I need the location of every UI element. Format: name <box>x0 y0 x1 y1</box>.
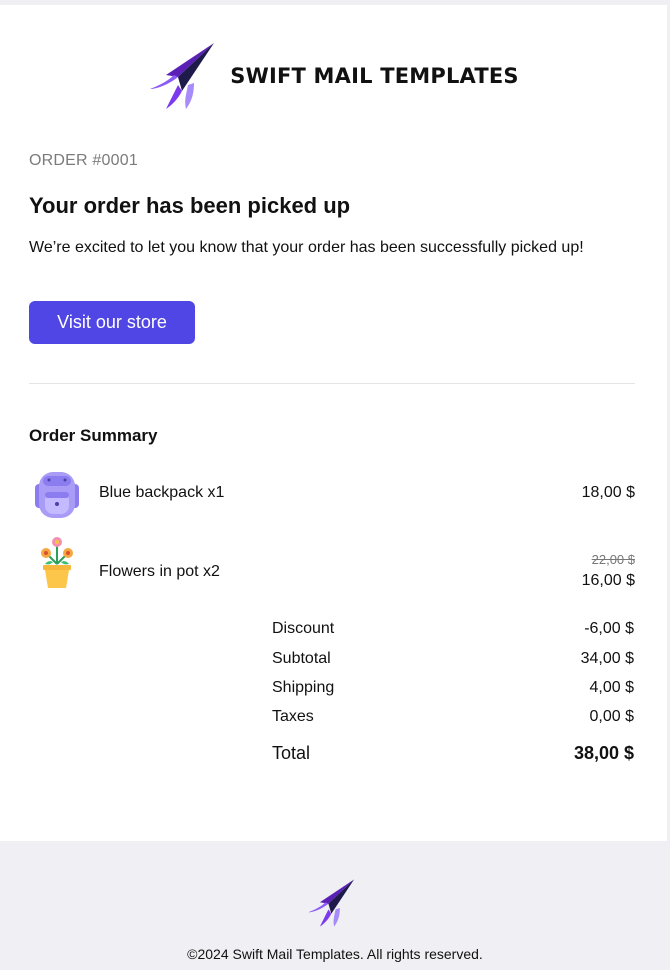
header-logo-row[interactable]: SWIFT MAIL TEMPLATES <box>0 41 667 111</box>
visit-store-button[interactable]: Visit our store <box>29 301 195 344</box>
total-row: Total 38,00 $ <box>272 743 634 763</box>
totals-label: Discount <box>272 620 335 637</box>
totals-value: -6,00 $ <box>584 620 634 637</box>
divider <box>29 383 635 384</box>
backpack-icon <box>35 472 79 518</box>
order-number: ORDER #0001 <box>29 152 138 169</box>
paper-plane-logo-icon[interactable] <box>307 878 357 928</box>
total-value: 38,00 $ <box>573 743 634 763</box>
footer: ©2024 Swift Mail Templates. All rights r… <box>0 841 670 970</box>
discount-row: Discount -6,00 $ <box>272 620 634 640</box>
paper-plane-logo-icon <box>150 43 215 109</box>
list-item: Blue backpack x1 18,00 $ <box>29 466 635 522</box>
totals-label: Subtotal <box>272 650 331 667</box>
totals-label: Shipping <box>272 679 335 696</box>
item-original-price: 22,00 $ <box>591 552 635 567</box>
totals-value: 4,00 $ <box>589 679 634 696</box>
totals-label: Taxes <box>272 708 314 725</box>
flower-pot-icon <box>41 537 73 588</box>
item-name: Blue backpack x1 <box>99 484 225 501</box>
copyright-text: ©2024 Swift Mail Templates. All rights r… <box>187 946 483 962</box>
email-card: SWIFT MAIL TEMPLATES ORDER #0001 Your or… <box>0 5 667 841</box>
intro-text: We’re excited to let you know that your … <box>29 239 584 256</box>
brand-name: SWIFT MAIL TEMPLATES <box>230 64 519 88</box>
totals-value: 34,00 $ <box>580 650 634 667</box>
total-label: Total <box>272 743 311 763</box>
subtotal-row: Subtotal 34,00 $ <box>272 650 634 670</box>
order-summary-title: Order Summary <box>29 426 158 445</box>
item-price: 18,00 $ <box>581 484 635 501</box>
totals-value: 0,00 $ <box>589 708 634 725</box>
shipping-row: Shipping 4,00 $ <box>272 679 634 699</box>
list-item: Flowers in pot x2 22,00 $ 16,00 $ <box>29 534 635 590</box>
item-price: 16,00 $ <box>581 572 635 589</box>
taxes-row: Taxes 0,00 $ <box>272 708 634 728</box>
page-title: Your order has been picked up <box>29 193 351 218</box>
item-name: Flowers in pot x2 <box>99 563 220 580</box>
